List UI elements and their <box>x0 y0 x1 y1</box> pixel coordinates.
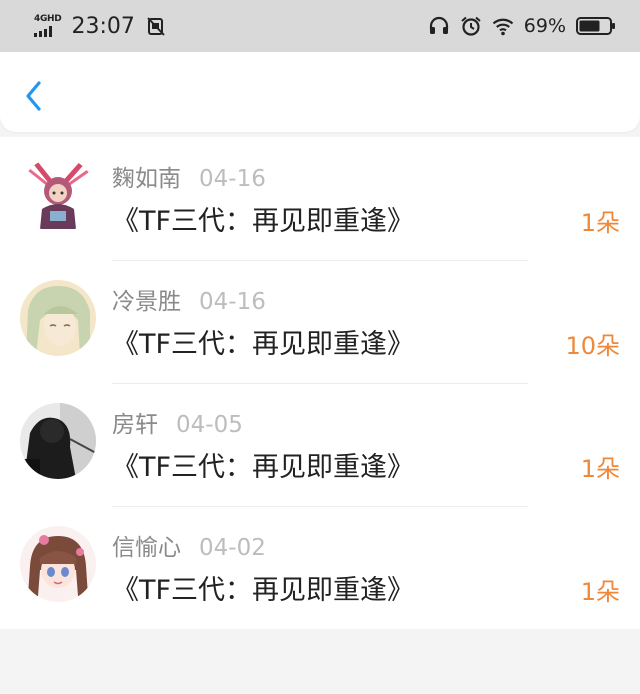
row-meta: 冷景胜 04-16 <box>112 282 266 316</box>
signal-icon: 4GHD <box>34 14 62 37</box>
user-name[interactable]: 信愉心 <box>112 528 181 562</box>
chevron-left-icon[interactable] <box>22 78 48 114</box>
headphones-icon <box>429 16 448 34</box>
alarm-icon <box>461 16 481 36</box>
flower-count: 1朵 <box>580 455 620 483</box>
avatar[interactable] <box>20 403 96 479</box>
status-time: 23:07 <box>71 13 135 39</box>
flower-count: 1朵 <box>580 578 620 606</box>
list-item[interactable]: 房轩 04-05 《TF三代：再见即重逢》 1朵 <box>0 383 640 506</box>
book-title: 《TF三代：再见即重逢》 <box>112 329 415 360</box>
user-name[interactable]: 麴如南 <box>112 159 181 193</box>
battery-icon <box>576 17 615 35</box>
book-title: 《TF三代：再见即重逢》 <box>112 452 415 483</box>
row-meta: 信愉心 04-02 <box>112 528 266 562</box>
row-date: 04-05 <box>176 412 243 438</box>
status-right: 69% <box>428 15 616 37</box>
flower-count: 1朵 <box>580 209 620 237</box>
row-meta: 房轩 04-05 <box>112 405 243 439</box>
wifi-icon <box>492 18 514 36</box>
signal-bars <box>34 26 52 37</box>
avatar[interactable] <box>20 280 96 356</box>
row-meta: 麴如南 04-16 <box>112 159 266 193</box>
battery-percent: 69% <box>523 15 566 37</box>
row-date: 04-16 <box>199 166 266 192</box>
status-bar: 4GHD 23:07 69% <box>0 0 640 52</box>
user-name[interactable]: 冷景胜 <box>112 282 181 316</box>
row-date: 04-16 <box>199 289 266 315</box>
network-type: 4GHD <box>34 14 62 24</box>
row-date: 04-02 <box>199 535 266 561</box>
book-title: 《TF三代：再见即重逢》 <box>112 575 415 606</box>
no-sim-icon <box>147 17 165 36</box>
list-item[interactable]: 冷景胜 04-16 《TF三代：再见即重逢》 10朵 <box>0 260 640 383</box>
status-left: 4GHD 23:07 <box>34 14 167 39</box>
book-title: 《TF三代：再见即重逢》 <box>112 206 415 237</box>
user-name[interactable]: 房轩 <box>112 405 158 439</box>
list-item[interactable]: 信愉心 04-02 《TF三代：再见即重逢》 1朵 <box>0 506 640 629</box>
gift-list: 麴如南 04-16 《TF三代：再见即重逢》 1朵 冷景胜 04-16 《TF三… <box>0 137 640 629</box>
list-item[interactable]: 麴如南 04-16 《TF三代：再见即重逢》 1朵 <box>0 137 640 260</box>
flower-count: 10朵 <box>565 332 620 360</box>
avatar[interactable] <box>20 526 96 602</box>
avatar[interactable] <box>20 157 96 233</box>
header <box>0 52 640 132</box>
